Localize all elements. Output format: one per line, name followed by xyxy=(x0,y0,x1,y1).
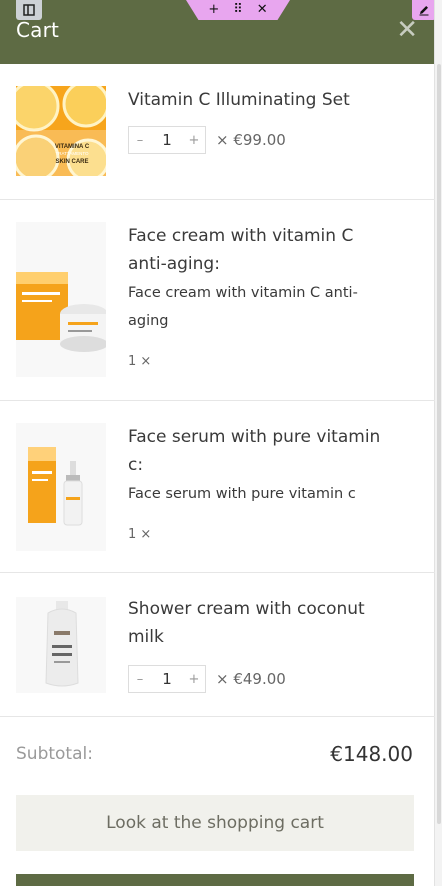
product-name-line[interactable]: milk xyxy=(128,623,388,651)
pencil-icon xyxy=(419,6,429,16)
product-name-line[interactable]: Shower cream with coconut xyxy=(128,595,388,623)
product-description-line: Face cream with vitamin C anti- xyxy=(128,285,358,301)
item-quantity: 1 × xyxy=(128,354,152,369)
face-serum-image xyxy=(16,423,106,551)
svg-text:VITAMINA C: VITAMINA C xyxy=(55,144,90,150)
decrease-quantity-button[interactable]: – xyxy=(129,133,151,148)
cart-item: Face cream with vitamin C anti-aging: Fa… xyxy=(0,200,435,401)
shower-cream-image xyxy=(16,597,106,693)
layout-toggle-button[interactable] xyxy=(16,0,42,20)
product-name[interactable]: Face serum with pure vitamin c: xyxy=(128,423,388,479)
product-description-line: Face serum with pure vitamin c xyxy=(128,486,356,502)
product-image[interactable] xyxy=(16,423,106,551)
subtotal-value: €148.00 xyxy=(330,742,413,766)
edit-button[interactable] xyxy=(412,0,436,20)
editor-toolbar: + ⠿ ✕ xyxy=(186,0,290,20)
scrollbar[interactable] xyxy=(434,0,442,886)
cart-item: Face serum with pure vitamin c: Face ser… xyxy=(0,401,435,573)
remove-element-icon[interactable]: ✕ xyxy=(257,0,268,20)
subtotal-label: Subtotal: xyxy=(16,744,93,764)
cart-item: VITAMINA C TRATTAMENTO SKIN CARE Vitamin… xyxy=(0,64,435,200)
product-description: Face serum with pure vitamin c xyxy=(128,480,388,508)
product-image[interactable] xyxy=(16,222,106,377)
item-price: × €49.00 xyxy=(216,670,286,688)
scrollbar-thumb[interactable] xyxy=(437,64,441,824)
product-description: Face cream with vitamin C anti- aging xyxy=(128,279,388,335)
close-icon[interactable]: ✕ xyxy=(396,16,418,44)
view-cart-button[interactable]: Look at the shopping cart xyxy=(16,795,414,851)
svg-text:TRATTAMENTO: TRATTAMENTO xyxy=(56,151,89,156)
quantity-value[interactable]: 1 xyxy=(162,131,172,149)
product-name-line[interactable]: Face serum with pure vitamin xyxy=(128,423,388,451)
quantity-stepper[interactable]: – 1 + xyxy=(128,665,206,693)
cart-item: Shower cream with coconut milk – 1 + × €… xyxy=(0,573,435,717)
product-name[interactable]: Face cream with vitamin C anti-aging: xyxy=(128,222,388,278)
product-name-line[interactable]: anti-aging: xyxy=(128,250,388,278)
product-name[interactable]: Vitamin C Illuminating Set xyxy=(128,86,388,114)
product-name[interactable]: Shower cream with coconut milk xyxy=(128,595,388,651)
product-description-line: aging xyxy=(128,313,169,329)
item-price: × €99.00 xyxy=(216,131,286,149)
increase-quantity-button[interactable]: + xyxy=(183,672,205,687)
quantity-stepper[interactable]: – 1 + xyxy=(128,126,206,154)
svg-text:SKIN CARE: SKIN CARE xyxy=(55,159,88,165)
product-image[interactable]: VITAMINA C TRATTAMENTO SKIN CARE xyxy=(16,86,106,176)
layout-icon xyxy=(23,4,35,16)
cart-title: Cart xyxy=(16,18,60,42)
product-image[interactable] xyxy=(16,597,106,693)
orange-slices-image: VITAMINA C TRATTAMENTO SKIN CARE xyxy=(16,86,106,176)
quantity-value[interactable]: 1 xyxy=(162,670,172,688)
drag-handle-icon[interactable]: ⠿ xyxy=(233,0,243,20)
item-quantity: 1 × xyxy=(128,527,152,542)
product-name-line[interactable]: Face cream with vitamin C xyxy=(128,222,388,250)
increase-quantity-button[interactable]: + xyxy=(183,133,205,148)
add-element-icon[interactable]: + xyxy=(208,0,219,20)
face-cream-image xyxy=(16,222,106,377)
product-name-line[interactable]: c: xyxy=(128,451,388,479)
checkout-button[interactable] xyxy=(16,874,414,886)
decrease-quantity-button[interactable]: – xyxy=(129,672,151,687)
